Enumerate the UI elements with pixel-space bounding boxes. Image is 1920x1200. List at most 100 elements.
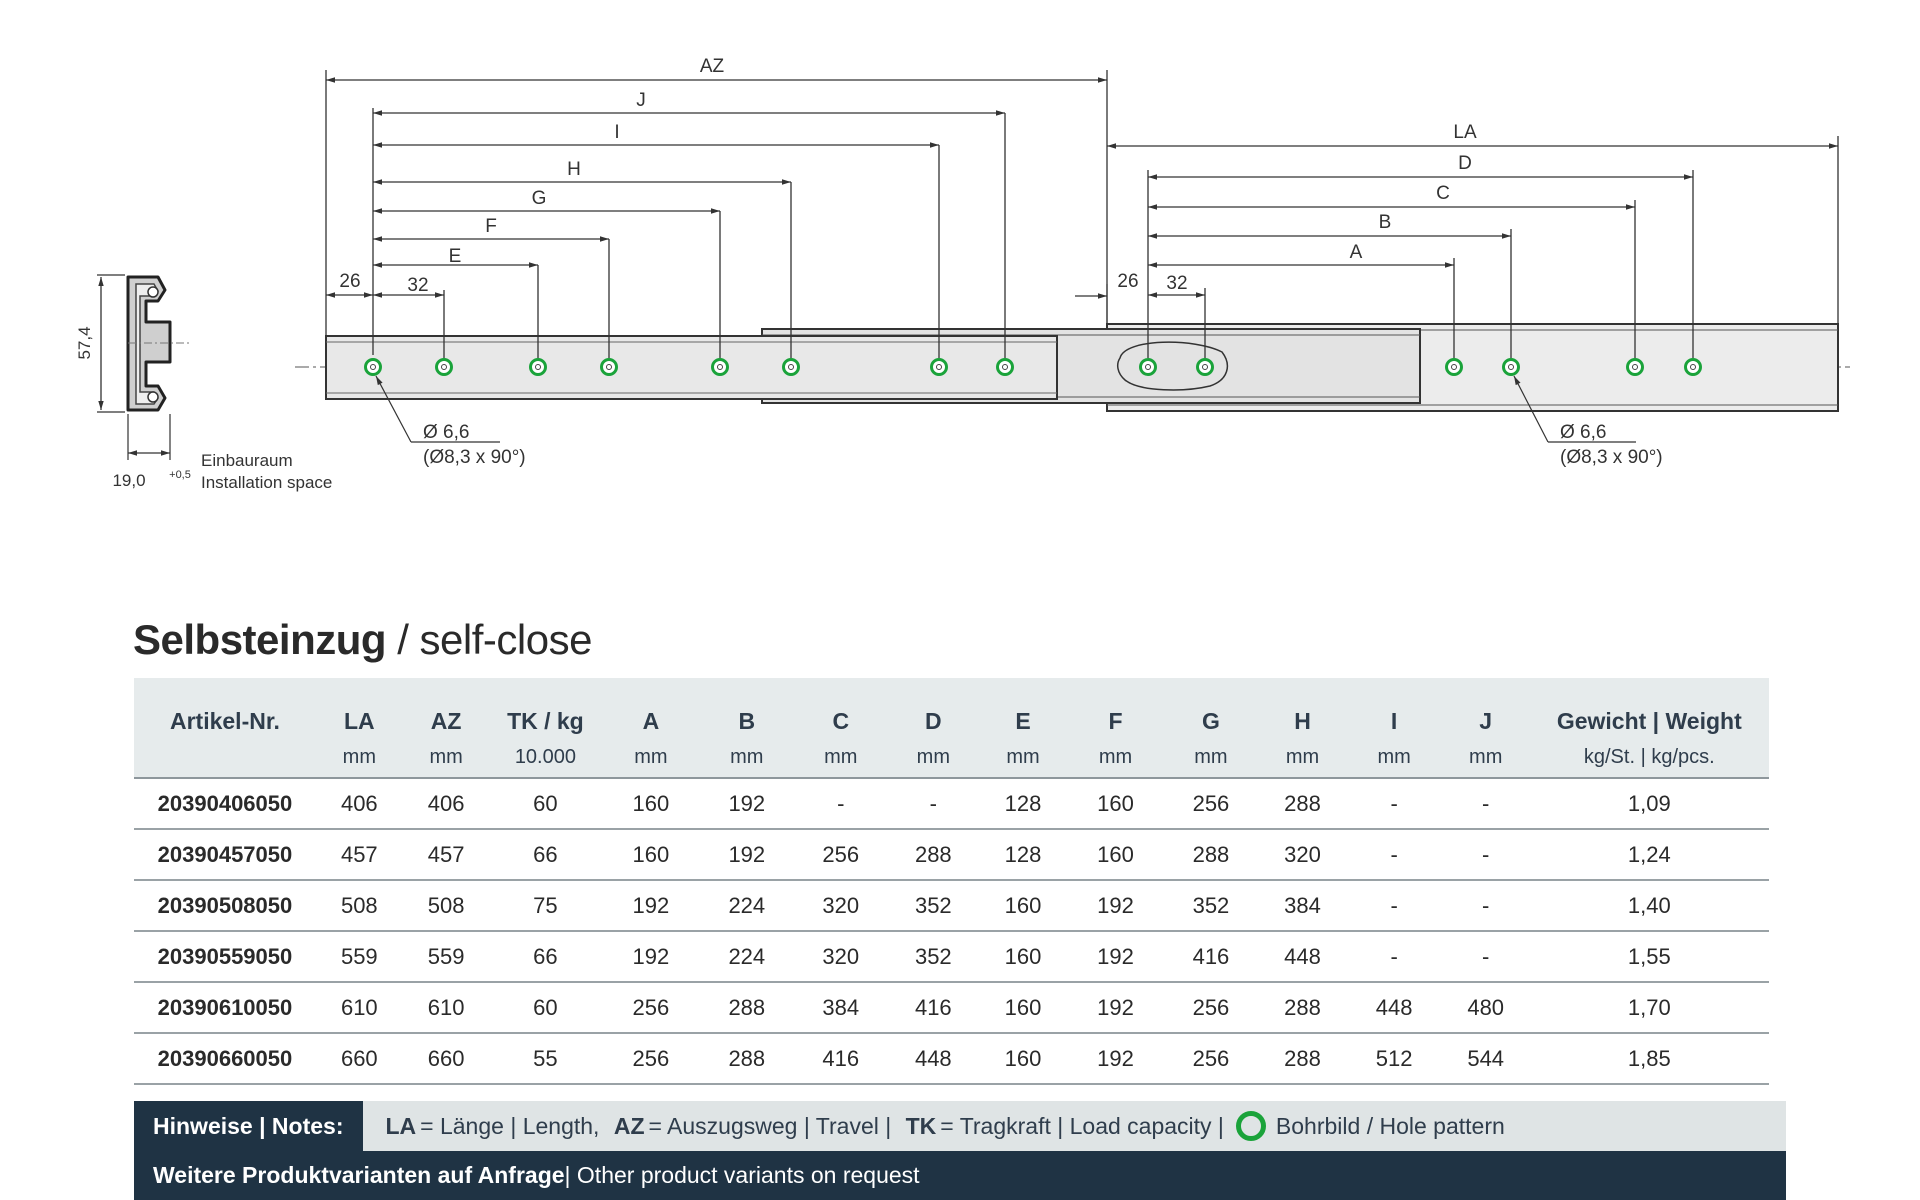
- table-cell: -: [1346, 880, 1442, 932]
- table-cell: 256: [1163, 1033, 1259, 1085]
- table-cell: 192: [1067, 931, 1164, 983]
- dim-label-32-right: 32: [1166, 273, 1187, 294]
- table-cell: 508: [402, 880, 490, 932]
- column-unit: 10.000: [489, 737, 602, 779]
- table-cell: 352: [888, 880, 979, 932]
- table-cell: 1,09: [1529, 778, 1769, 830]
- hole-pattern-ring-icon: [1235, 1111, 1266, 1141]
- table-cell: 660: [315, 1033, 403, 1085]
- notes-label: Hinweise | Notes:: [134, 1101, 364, 1151]
- table-row: 20390406050 406 406 60 160 192- -128 160 256 288-…: [134, 778, 1769, 830]
- hole-marker: [782, 358, 800, 376]
- column-unit: mm: [315, 737, 403, 779]
- technical-drawing: AZ J I H G F E 26 32 LA D C B A 26 32 Ø …: [75, 56, 1850, 492]
- dim-label-f: F: [485, 216, 497, 237]
- table-cell: 288: [700, 982, 794, 1034]
- table-cell: 288: [1258, 1033, 1347, 1085]
- table-cell: -: [1441, 880, 1530, 932]
- title-bold: Selbsteinzug: [133, 616, 387, 663]
- table-cell: 288: [700, 1033, 794, 1085]
- dim-label-e: E: [449, 246, 462, 267]
- table-cell: 288: [888, 829, 979, 881]
- hole-marker: [1626, 358, 1644, 376]
- table-cell: -: [1441, 829, 1530, 881]
- article-number-cell: 20390610050: [134, 982, 316, 1034]
- table-cell: -: [793, 778, 889, 830]
- article-number-cell: 20390457050: [134, 829, 316, 881]
- table-cell: 192: [700, 778, 794, 830]
- table-cell: -: [1441, 778, 1530, 830]
- dim-label-h: H: [567, 159, 581, 180]
- table-cell: 1,24: [1529, 829, 1769, 881]
- table-cell: 320: [793, 880, 889, 932]
- column-unit: mm: [1441, 737, 1530, 779]
- column-unit: mm: [402, 737, 490, 779]
- table-cell: 1,85: [1529, 1033, 1769, 1085]
- note-la-text: = Länge | Length,: [420, 1112, 600, 1139]
- note-la-key: LA: [385, 1112, 417, 1139]
- table-cell: 75: [489, 880, 602, 932]
- dims-left: [325, 70, 1108, 358]
- table-cell: 457: [402, 829, 490, 881]
- installation-space-de: Einbauraum: [201, 451, 293, 470]
- table-cell: 457: [315, 829, 403, 881]
- column-header: TK / kg: [489, 678, 602, 737]
- table-cell: 512: [1346, 1033, 1442, 1085]
- table-cell: 1,70: [1529, 982, 1769, 1034]
- table-cell: 256: [601, 982, 701, 1034]
- table-cell: 288: [1258, 778, 1347, 830]
- table-row: 20390457050 457 457 66 160 192 256 288 128 160 288…: [134, 829, 1769, 881]
- table-cell: 192: [700, 829, 794, 881]
- svg-text:(Ø8,3 x 90°): (Ø8,3 x 90°): [423, 447, 526, 468]
- table-row: 20390610050 610 610 60 256 288 384 416 160 192 256…: [134, 982, 1769, 1034]
- footer-rest: | Other product variants on request: [564, 1162, 920, 1188]
- table-cell: 544: [1441, 1033, 1530, 1085]
- table-row: 20390508050 508 508 75 192 224 320 352 160 192 352…: [134, 880, 1769, 932]
- dim-label-az: AZ: [700, 56, 725, 77]
- table-cell: 480: [1441, 982, 1530, 1034]
- table-cell: 55: [489, 1033, 602, 1085]
- dim-label-a: A: [1350, 242, 1363, 263]
- table-cell: 160: [978, 982, 1068, 1034]
- dim-label-b: B: [1379, 212, 1392, 233]
- table-cell: 160: [601, 829, 701, 881]
- profile-cross-section: 57,4 19,0 +0,5 Einbauraum Installation s…: [75, 274, 332, 492]
- column-header: H: [1258, 678, 1347, 737]
- column-unit: mm: [793, 737, 889, 779]
- footer-bar: Weitere Produktvarianten auf Anfrage | O…: [134, 1151, 1786, 1200]
- table-cell: 406: [402, 778, 490, 830]
- hole-marker: [600, 358, 618, 376]
- table-cell: 66: [489, 829, 602, 881]
- table-cell: 384: [793, 982, 889, 1034]
- note-az-key: AZ: [613, 1112, 645, 1139]
- note-tk-text: = Tragkraft | Load capacity |: [940, 1112, 1224, 1139]
- table-cell: 508: [315, 880, 403, 932]
- dim-label-32-left: 32: [407, 275, 428, 296]
- table-cell: 60: [489, 778, 602, 830]
- column-unit: [134, 737, 316, 779]
- article-number-cell: 20390406050: [134, 778, 316, 830]
- table-cell: 192: [1067, 1033, 1164, 1085]
- note-tk-key: TK: [905, 1112, 937, 1139]
- table-cell: 559: [402, 931, 490, 983]
- hole-marker: [996, 358, 1014, 376]
- table-cell: 1,55: [1529, 931, 1769, 983]
- column-unit: mm: [601, 737, 701, 779]
- table-row: 20390559050 559 559 66 192 224 320 352 160 192 416…: [134, 931, 1769, 983]
- dim-label-26-left: 26: [339, 271, 360, 292]
- dim-label-la: LA: [1453, 122, 1477, 143]
- table-cell: 660: [402, 1033, 490, 1085]
- profile-width-label: 19,0: [112, 471, 145, 490]
- column-header: E: [978, 678, 1068, 737]
- table-cell: 448: [1258, 931, 1347, 983]
- column-unit: mm: [1258, 737, 1347, 779]
- column-header: B: [700, 678, 794, 737]
- table-cell: 352: [1163, 880, 1259, 932]
- dim-label-j: J: [636, 90, 646, 111]
- installation-space-en: Installation space: [201, 473, 332, 492]
- table-cell: 224: [700, 931, 794, 983]
- title-rest: / self-close: [386, 616, 592, 663]
- table-cell: 416: [888, 982, 979, 1034]
- column-unit: mm: [700, 737, 794, 779]
- hole-marker: [1684, 358, 1702, 376]
